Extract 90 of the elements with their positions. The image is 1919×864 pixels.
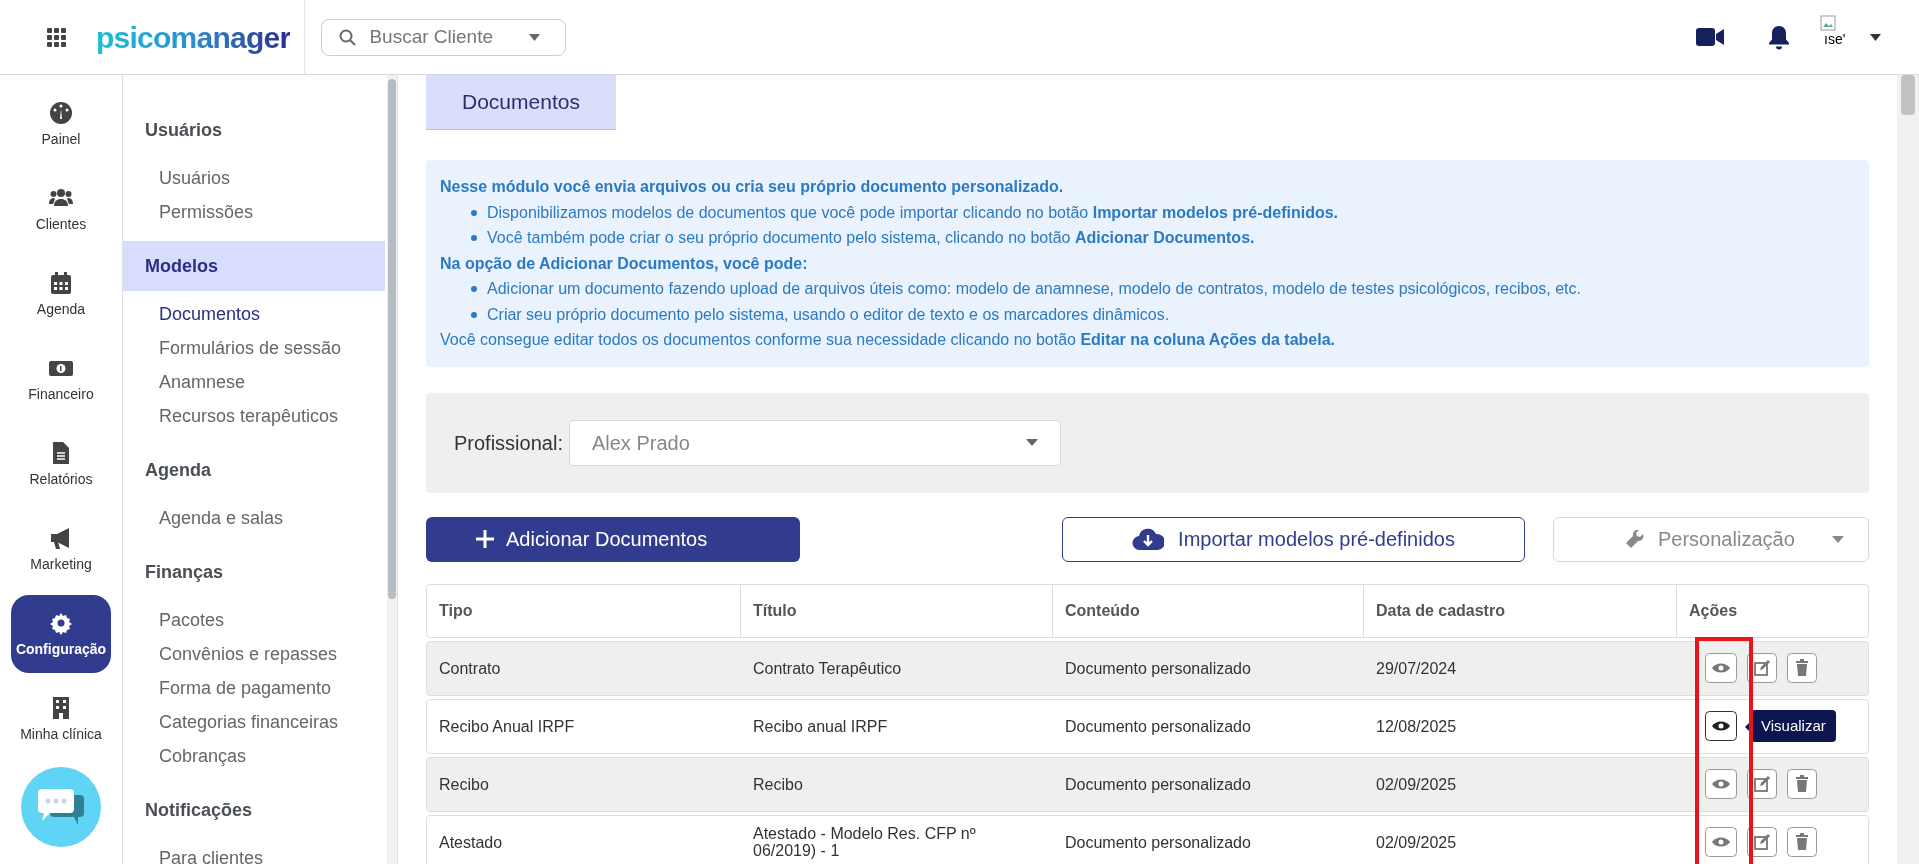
info-bullet-text: Criar seu próprio documento pelo sistema, usando o editor de texto e os marcadores dinâmicos. <box>440 301 1855 327</box>
trash-icon[interactable] <box>1787 769 1817 799</box>
caret-icon <box>529 33 541 41</box>
video-camera-icon[interactable] <box>1696 27 1724 47</box>
scrollbar-thumb[interactable] <box>388 79 396 599</box>
column-header: Tipo <box>427 584 741 637</box>
nav-rail-item[interactable]: Financeiro <box>11 340 111 418</box>
notification-bell-icon[interactable] <box>1768 24 1790 50</box>
bullet-icon <box>471 235 477 241</box>
bullet-icon <box>471 311 477 318</box>
submenu-item[interactable]: Anamnese <box>123 365 385 399</box>
info-text: Você consegue editar todos os documentos conforme sua necessidade clicando no botão Editar na coluna Ações da tabela. <box>440 330 1336 350</box>
table-cell-text: Contrato Terapêutico <box>752 659 903 677</box>
table-cell-text: Documento personalizado <box>1064 659 1252 677</box>
submenu-item[interactable]: Cobranças <box>123 739 385 773</box>
column-header: Título <box>741 584 1053 637</box>
nav-rail-item[interactable]: Marketing <box>11 510 111 588</box>
gauge-icon <box>49 101 73 125</box>
user-avatar[interactable]: ıse' <box>1820 15 1862 59</box>
caret-icon <box>1025 439 1038 446</box>
table-cell-text: 02/09/2025 <box>1375 833 1458 851</box>
apps-grid-icon[interactable] <box>47 27 66 47</box>
info-bullet-text: Adicionar um documento fazendo upload de arquivos úteis como: modelo de anamnese, modelo de contratos, modelo de testes psicológicos, recibos, etc. <box>440 276 1855 302</box>
caret-icon[interactable] <box>1870 33 1881 41</box>
add-documents-button[interactable]: Adicionar Documentos <box>426 516 800 562</box>
nav-rail-item[interactable]: Configuração <box>11 595 111 673</box>
table-cell-text: Documento personalizado <box>1064 775 1252 793</box>
caret-icon <box>1832 535 1844 543</box>
column-header: Ações <box>1688 600 1739 621</box>
trash-icon[interactable] <box>1787 827 1817 857</box>
table-cell-text: Recibo Anual IRPF <box>438 717 576 735</box>
submenu-section[interactable]: Finanças <box>123 547 385 597</box>
info-bullet-text: Você também pode criar o seu próprio documento pelo sistema, clicando no botão Adicionar Documentos. <box>440 225 1855 251</box>
broken-image-icon <box>1820 15 1836 31</box>
info-heading: Na opção de Adicionar Documentos, você pode: <box>440 253 809 274</box>
wrench-icon <box>1626 530 1644 548</box>
table-cell-text: 02/09/2025 <box>1375 775 1458 793</box>
calendar-icon <box>49 271 73 295</box>
nav-rail-item[interactable]: Relatórios <box>11 425 111 503</box>
tooltip: Visualizar <box>1751 710 1836 742</box>
column-header: Data de cadastro <box>1364 584 1677 637</box>
scrollbar-thumb[interactable] <box>1901 75 1915 115</box>
table-cell-text: Recibo <box>752 775 804 793</box>
import-models-button[interactable]: Importar modelos pré-definidos <box>1062 516 1525 562</box>
trash-icon[interactable] <box>1787 653 1817 683</box>
submenu-item[interactable]: Agenda e salas <box>123 501 385 535</box>
table-cell-text: Recibo anual IRPF <box>752 717 889 735</box>
nav-rail-item[interactable]: Clientes <box>11 170 111 248</box>
submenu-section[interactable]: Usuários <box>123 105 385 155</box>
search-icon <box>339 28 357 46</box>
column-header: Conteúdo <box>1053 584 1364 637</box>
table-cell-text: Recibo <box>438 775 490 793</box>
chat-bubbles-icon <box>36 787 86 827</box>
table-cell-text: Atestado <box>438 833 504 851</box>
submenu-item[interactable]: Documentos <box>123 297 385 331</box>
table-cell-text: Atestado - Modelo Res. CFP nº 06/2019) - 1 <box>752 825 977 859</box>
settings-icon <box>49 611 73 635</box>
submenu-item[interactable]: Pacotes <box>123 603 385 637</box>
nav-rail-item[interactable]: Minha clínica <box>11 680 111 758</box>
page-tab[interactable]: Documentos <box>426 75 616 130</box>
info-heading: Nesse módulo você envia arquivos ou cria seu próprio documento personalizado. <box>440 177 1065 197</box>
bullet-icon <box>471 286 477 292</box>
submenu-item[interactable]: Forma de pagamento <box>123 671 385 705</box>
submenu-item[interactable]: Recursos terapêuticos <box>123 399 385 433</box>
avatar-alt-text: ıse' <box>1824 31 1846 47</box>
professional-select[interactable]: Alex Prado <box>568 419 1061 466</box>
info-bullet-text: Disponibilizamos modelos de documentos que você pode importar clicando no botão Importar modelos pré-definidos. <box>440 199 1855 225</box>
search-field[interactable]: Buscar Cliente <box>321 18 567 56</box>
submenu-item[interactable]: Para clientes <box>123 841 385 864</box>
submenu-item[interactable]: Formulários de sessão <box>123 331 385 365</box>
table-cell-text: Documento personalizado <box>1064 833 1252 851</box>
bullet-icon <box>471 209 477 216</box>
submenu-item[interactable]: Categorias financeiras <box>123 705 385 739</box>
submenu-item[interactable]: Usuários <box>123 161 385 195</box>
table-cell-text: Contrato <box>438 659 502 677</box>
table-cell-text: 12/08/2025 <box>1375 717 1458 735</box>
nav-rail-item[interactable]: Agenda <box>11 255 111 333</box>
nav-rail-item[interactable]: Painel <box>11 85 111 163</box>
personalization-dropdown[interactable]: Personalização <box>1553 516 1869 562</box>
submenu-item[interactable]: Permissões <box>123 195 385 229</box>
view-eye-icon[interactable] <box>1705 711 1737 741</box>
filter-label: Profissional: <box>454 430 563 456</box>
table-cell-text: Documento personalizado <box>1064 717 1252 735</box>
plus-icon <box>476 530 494 548</box>
submenu-section[interactable]: Notificações <box>123 785 385 835</box>
table-cell-text: 29/07/2024 <box>1375 659 1458 677</box>
submenu-item[interactable]: Convênios e repasses <box>123 637 385 671</box>
submenu-section[interactable]: Modelos <box>123 241 385 291</box>
submenu-section[interactable]: Agenda <box>123 445 385 495</box>
cloud-download-icon <box>1132 528 1165 550</box>
